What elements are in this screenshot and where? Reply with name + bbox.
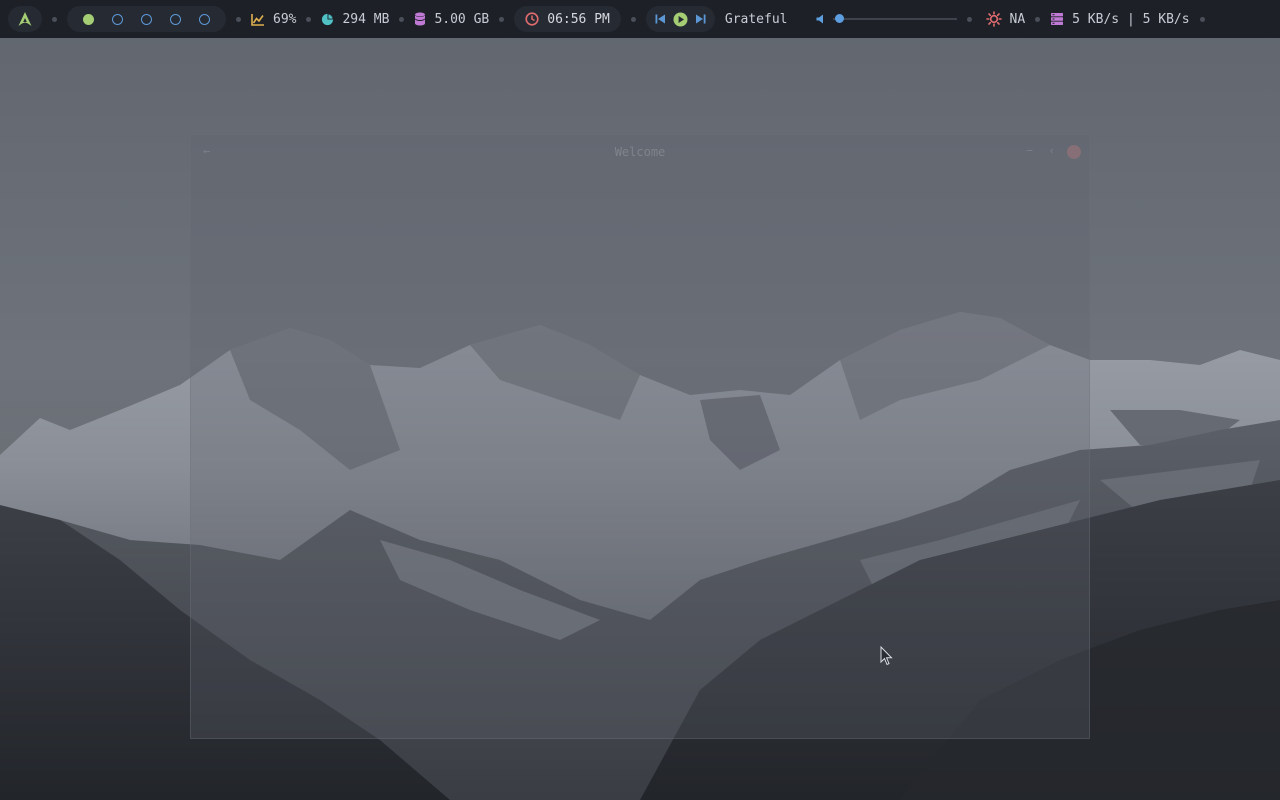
workspace-4[interactable] xyxy=(170,13,181,25)
media-controls xyxy=(645,6,715,32)
maximize-icon[interactable]: ‹ xyxy=(1048,144,1055,157)
play-icon[interactable] xyxy=(673,12,688,27)
memory-usage: 294 MB xyxy=(342,11,390,27)
workspaces xyxy=(67,6,226,32)
welcome-window[interactable]: ← Welcome − ‹ xyxy=(190,134,1090,739)
weather-value: NA xyxy=(1009,11,1026,27)
launcher-button[interactable] xyxy=(8,6,42,32)
memory-pie-icon xyxy=(321,13,334,26)
separator-dot xyxy=(1199,16,1205,22)
separator-dot xyxy=(966,16,972,22)
minimize-icon[interactable]: − xyxy=(1026,144,1033,157)
memory-module[interactable]: 294 MB xyxy=(321,12,389,27)
workspace-3[interactable] xyxy=(141,13,152,25)
workspace-1[interactable] xyxy=(83,13,94,25)
cpu-usage: 69% xyxy=(273,11,297,27)
separator-dot xyxy=(630,16,636,22)
network-speed: 5 KB/s | 5 KB/s xyxy=(1072,11,1190,27)
skip-next-icon[interactable] xyxy=(695,14,706,24)
weather-module[interactable]: NA xyxy=(985,11,1026,27)
skip-previous-icon[interactable] xyxy=(655,14,666,24)
separator-dot xyxy=(499,16,505,22)
clock-time: 06:56 PM xyxy=(547,11,610,27)
disk-usage: 5.00 GB xyxy=(434,11,490,27)
separator-dot xyxy=(399,16,405,22)
arch-logo-icon xyxy=(18,12,32,26)
close-icon[interactable] xyxy=(1067,145,1081,159)
disk-module[interactable]: 5.00 GB xyxy=(414,12,489,27)
separator-dot xyxy=(306,16,312,22)
disk-database-icon xyxy=(414,12,426,26)
network-module[interactable]: 5 KB/s | 5 KB/s xyxy=(1050,11,1190,27)
volume-slider-knob[interactable] xyxy=(834,14,844,23)
cpu-chart-icon xyxy=(251,13,265,26)
mouse-cursor-icon xyxy=(880,646,893,666)
volume-slider[interactable] xyxy=(832,14,957,23)
media-title[interactable]: Grateful xyxy=(725,12,788,27)
network-icon xyxy=(1050,12,1064,26)
speaker-icon[interactable] xyxy=(816,14,825,24)
volume-module[interactable] xyxy=(816,14,957,24)
window-title: Welcome xyxy=(614,145,666,159)
clock-module[interactable]: 06:56 PM xyxy=(514,6,621,32)
separator-dot xyxy=(236,16,241,22)
top-bar: 69% 294 MB 5.00 GB 06:56 PM Grateful NA … xyxy=(0,0,1280,38)
separator-dot xyxy=(1035,16,1041,22)
cpu-module[interactable]: 69% xyxy=(251,12,296,27)
workspace-2[interactable] xyxy=(112,13,123,25)
separator-dot xyxy=(52,16,57,22)
weather-sun-icon xyxy=(985,11,1002,27)
workspace-5[interactable] xyxy=(199,13,210,25)
clock-icon xyxy=(525,12,539,26)
